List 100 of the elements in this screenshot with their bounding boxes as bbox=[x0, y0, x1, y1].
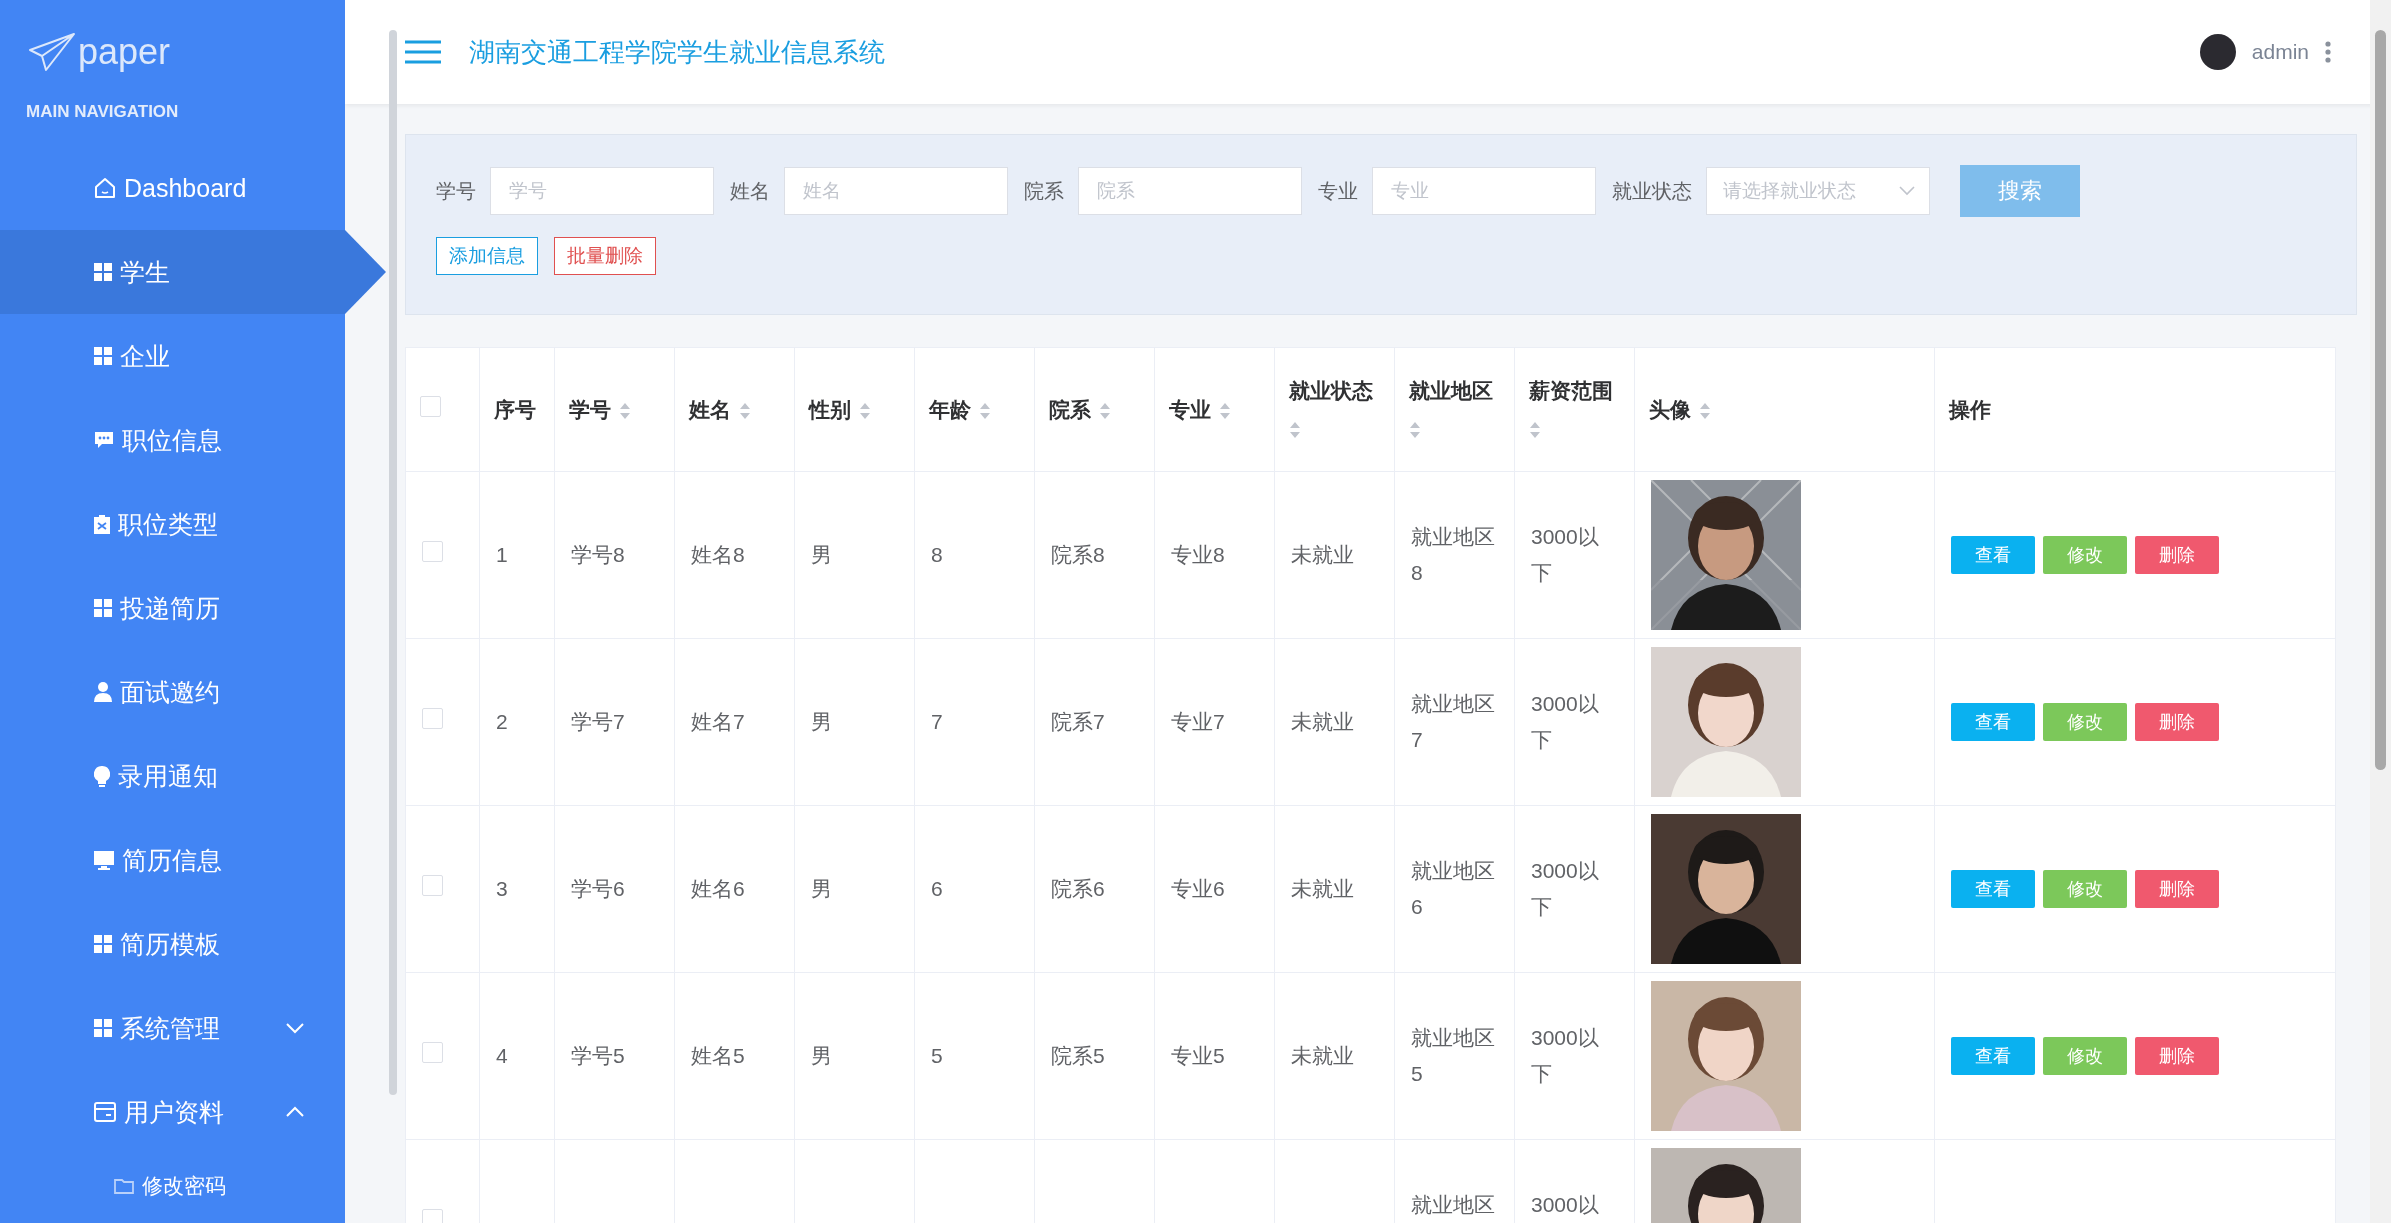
nav-item[interactable]: 用户资料 bbox=[0, 1070, 345, 1154]
table-cell: 3000以下 bbox=[1531, 859, 1599, 918]
menu-button[interactable] bbox=[405, 40, 441, 64]
nav-item[interactable]: 系统管理 bbox=[0, 986, 345, 1070]
view-button[interactable]: 查看 bbox=[1951, 1037, 2035, 1075]
more-icon[interactable] bbox=[2325, 41, 2331, 63]
scrollbar[interactable] bbox=[2370, 0, 2391, 1223]
table-cell: 姓名8 bbox=[691, 543, 745, 567]
edit-button[interactable]: 修改 bbox=[2043, 703, 2127, 741]
sort-icon[interactable] bbox=[979, 402, 991, 421]
table-cell: 3000以下 bbox=[1531, 1026, 1599, 1085]
edit-button[interactable]: 修改 bbox=[2043, 1037, 2127, 1075]
person-icon bbox=[94, 682, 112, 702]
field-label: 姓名 bbox=[730, 178, 770, 204]
field-label: 学号 bbox=[436, 178, 476, 204]
input-field[interactable]: 专业 bbox=[1372, 167, 1596, 215]
chevron-down-icon bbox=[1899, 186, 1915, 196]
sort-icon[interactable] bbox=[1289, 420, 1301, 439]
table-cell: 3000以 bbox=[1531, 1193, 1599, 1216]
nav-item[interactable]: 录用通知 bbox=[0, 734, 345, 818]
app-title: 湖南交通工程学院学生就业信息系统 bbox=[469, 35, 886, 69]
field-label: 就业状态 bbox=[1612, 178, 1692, 204]
sort-icon[interactable] bbox=[1529, 420, 1541, 439]
view-button[interactable]: 查看 bbox=[1951, 703, 2035, 741]
grid-icon bbox=[94, 347, 112, 365]
delete-button[interactable]: 批量删除 bbox=[554, 237, 656, 275]
edit-button[interactable]: 修改 bbox=[2043, 870, 2127, 908]
table-cell: 专业7 bbox=[1171, 710, 1225, 734]
delete-button[interactable]: 删除 bbox=[2135, 703, 2219, 741]
table-cell: 3000以下 bbox=[1531, 525, 1599, 584]
table-cell: 专业5 bbox=[1171, 1044, 1225, 1068]
table-cell: 未就业 bbox=[1291, 877, 1354, 901]
monitor-icon bbox=[94, 850, 114, 870]
input-field[interactable]: 院系 bbox=[1078, 167, 1302, 215]
table-cell: 就业地区6 bbox=[1411, 859, 1495, 918]
checkbox[interactable] bbox=[420, 395, 441, 417]
table-cell: 就业地区8 bbox=[1411, 525, 1495, 584]
nav-item[interactable]: 投递简历 bbox=[0, 566, 345, 650]
nav-item[interactable]: 企业 bbox=[0, 314, 345, 398]
delete-button[interactable]: 删除 bbox=[2135, 536, 2219, 574]
input-field[interactable]: 姓名 bbox=[784, 167, 1008, 215]
table-cell: 未就业 bbox=[1291, 1044, 1354, 1068]
nav-item[interactable]: 职位信息 bbox=[0, 398, 345, 482]
edit-button[interactable]: 修改 bbox=[2043, 536, 2127, 574]
checkbox[interactable] bbox=[422, 875, 443, 897]
delete-button[interactable]: 删除 bbox=[2135, 870, 2219, 908]
input-field[interactable]: 学号 bbox=[490, 167, 714, 215]
grid-icon bbox=[94, 599, 112, 617]
table-cell: 就业地区5 bbox=[1411, 1026, 1495, 1085]
table-cell: 8 bbox=[931, 543, 943, 567]
checkbox[interactable] bbox=[422, 1042, 443, 1064]
nav-item[interactable]: Dashboard bbox=[0, 146, 345, 230]
table-cell: 就业地区7 bbox=[1411, 692, 1495, 751]
table-cell: 未就业 bbox=[1291, 543, 1354, 567]
chevron-down-icon bbox=[285, 1022, 305, 1034]
home-icon bbox=[94, 177, 116, 199]
checkbox[interactable] bbox=[422, 708, 443, 730]
table-cell: 男 bbox=[811, 710, 832, 734]
checkbox[interactable] bbox=[422, 541, 443, 563]
sort-icon[interactable] bbox=[1699, 402, 1711, 421]
nav-item[interactable]: 简历模板 bbox=[0, 902, 345, 986]
table-cell: 专业8 bbox=[1171, 543, 1225, 567]
chevron-up-icon bbox=[285, 1106, 305, 1118]
table-cell: 院系8 bbox=[1051, 543, 1105, 567]
column-header: 性别 bbox=[809, 397, 851, 421]
nav-item[interactable]: 学生 bbox=[0, 230, 386, 314]
avatar[interactable] bbox=[2199, 34, 2236, 70]
bulb-icon bbox=[94, 765, 110, 787]
table-cell: 1 bbox=[496, 543, 508, 567]
column-header: 姓名 bbox=[689, 397, 731, 421]
sort-icon[interactable] bbox=[859, 402, 871, 421]
delete-button[interactable]: 删除 bbox=[2135, 1037, 2219, 1075]
chat-icon bbox=[94, 431, 114, 449]
user-name[interactable]: admin bbox=[2251, 40, 2309, 64]
field-label: 专业 bbox=[1318, 178, 1358, 204]
column-header: 薪资范围 bbox=[1529, 378, 1613, 402]
table-cell: 院系6 bbox=[1051, 877, 1105, 901]
scrollbar[interactable] bbox=[389, 30, 397, 1095]
nav-subitem[interactable]: 修改密码 bbox=[0, 1154, 345, 1218]
nav-item[interactable]: 简历信息 bbox=[0, 818, 345, 902]
table-cell: 未就业 bbox=[1291, 710, 1354, 734]
sort-icon[interactable] bbox=[1099, 402, 1111, 421]
column-header: 学号 bbox=[569, 397, 611, 421]
sort-icon[interactable] bbox=[1219, 402, 1231, 421]
nav-item[interactable]: 面试邀约 bbox=[0, 650, 345, 734]
sort-icon[interactable] bbox=[739, 402, 751, 421]
view-button[interactable]: 查看 bbox=[1951, 536, 2035, 574]
table-cell: 3000以下 bbox=[1531, 692, 1599, 751]
view-button[interactable]: 查看 bbox=[1951, 870, 2035, 908]
nav-heading: MAIN NAVIGATION bbox=[25, 101, 180, 123]
table-cell: 5 bbox=[931, 1044, 943, 1068]
table-cell: 男 bbox=[811, 877, 832, 901]
search-button[interactable]: 搜索 bbox=[1960, 165, 2080, 217]
nav-item[interactable]: 职位类型 bbox=[0, 482, 345, 566]
column-header: 头像 bbox=[1649, 397, 1691, 421]
sort-icon[interactable] bbox=[1409, 420, 1421, 439]
sort-icon[interactable] bbox=[619, 402, 631, 421]
add-button[interactable]: 添加信息 bbox=[436, 237, 538, 275]
table-cell: 3 bbox=[496, 877, 508, 901]
table-cell: 就业地区 bbox=[1411, 1193, 1495, 1216]
